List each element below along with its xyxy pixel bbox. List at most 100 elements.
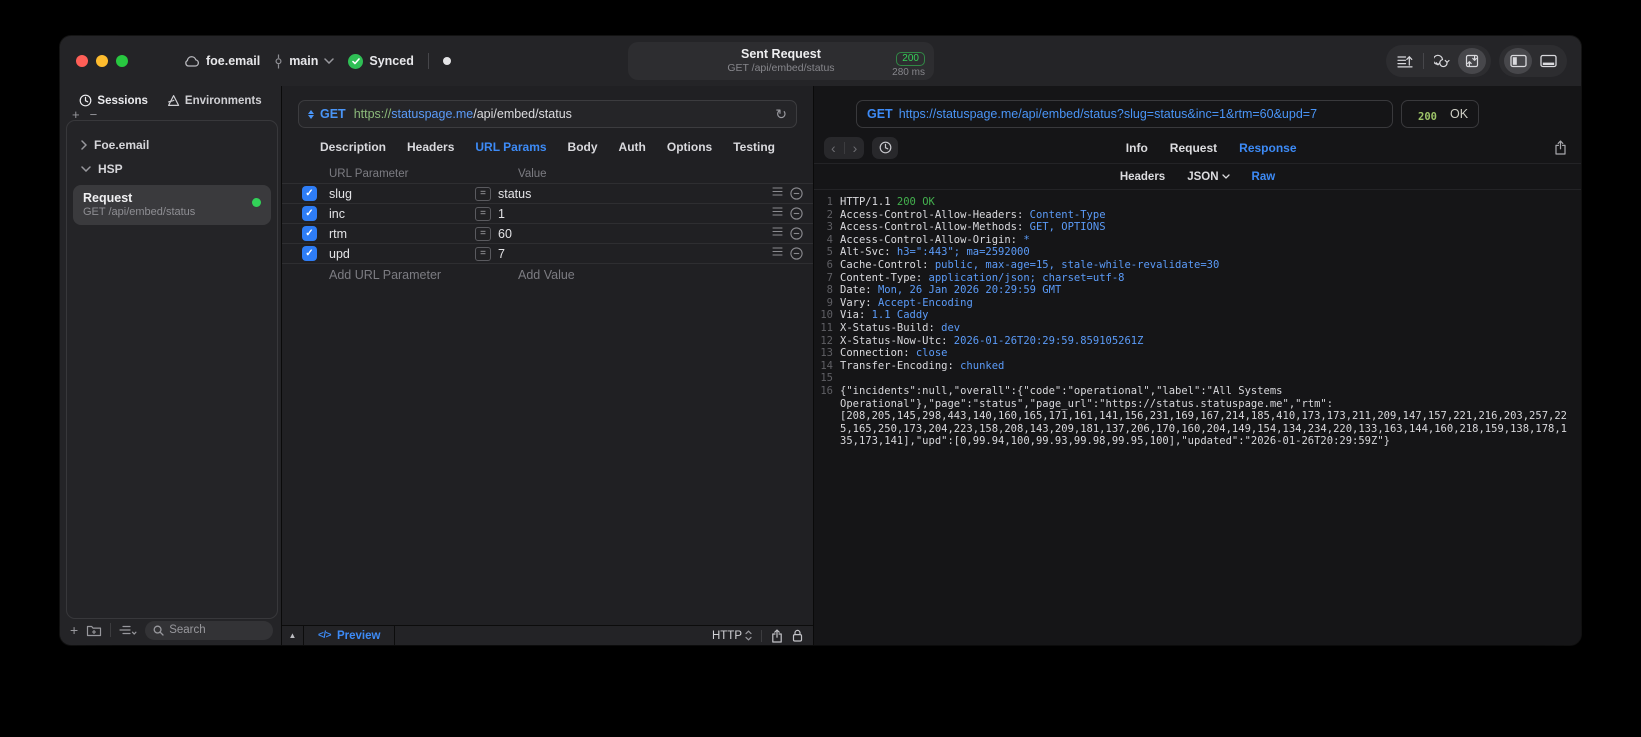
history-clock-icon [879,141,892,154]
param-value[interactable]: 1 [498,207,772,221]
back-button[interactable]: ‹ [831,140,836,156]
url-scheme: https:// [353,107,392,121]
response-tab-request[interactable]: Request [1170,141,1217,155]
request-tab-url-params[interactable]: URL Params [475,140,546,154]
param-row-upd: ✓ upd = 7 [282,244,813,264]
response-panel: GET https://statuspage.me/api/embed/stat… [814,86,1581,645]
response-tab-response[interactable]: Response [1239,141,1296,155]
code-icon: </> [318,630,331,641]
request-duration: 280 ms [892,67,925,79]
line-number: 13 [820,347,833,360]
toggle-bottom-panel-button[interactable] [1534,48,1562,74]
chevron-down-icon [1221,174,1230,179]
preview-button[interactable]: </> Preview [304,626,396,645]
drag-handle-icon[interactable] [772,227,783,240]
toggle-sidebar-button[interactable] [1504,48,1532,74]
param-name[interactable]: rtm [329,227,475,241]
tree-group-hsp[interactable]: HSP [73,157,271,181]
response-subtab-headers[interactable]: Headers [1120,171,1165,183]
zoom-window-button[interactable] [116,55,128,67]
sync-status[interactable]: Synced [348,53,414,69]
remove-row-icon[interactable] [790,207,803,220]
tree-group-foe-email[interactable]: Foe.email [73,133,271,157]
line-number: 12 [820,334,833,347]
search-icon [153,625,164,636]
forward-button[interactable]: › [853,140,858,156]
request-tab-options[interactable]: Options [667,140,712,154]
sync-loop-button[interactable] [1428,48,1456,74]
param-checkbox[interactable]: ✓ [302,226,317,241]
protocol-selector[interactable]: HTTP [712,630,752,642]
params-rows: ✓ slug = status ✓ inc = 1 ✓ rtm = 60 ✓ upd = 7 [282,184,813,264]
response-tab-info[interactable]: Info [1126,141,1148,155]
new-folder-button[interactable] [86,624,102,637]
param-name[interactable]: upd [329,247,475,261]
request-tab-auth[interactable]: Auth [619,140,646,154]
param-value[interactable]: status [498,187,772,201]
response-subtab-json[interactable]: JSON [1187,171,1230,183]
response-request-line[interactable]: GET https://statuspage.me/api/embed/stat… [856,100,1393,128]
sidebar-search[interactable] [145,620,273,640]
search-input[interactable] [169,624,265,636]
response-subtab-raw[interactable]: Raw [1252,171,1276,183]
add-request-button[interactable]: + [70,622,78,638]
share-button[interactable] [771,628,783,643]
tab-sessions-label: Sessions [97,94,148,107]
line-number: 1 [826,196,833,208]
param-row-rtm: ✓ rtm = 60 [282,224,813,244]
minimize-window-button[interactable] [96,55,108,67]
equals-icon: = [475,246,491,261]
lock-button[interactable] [792,629,803,642]
response-code[interactable]: 1 HTTP/1.1 200 OK 2 Access-Control-Allow-He… [814,190,1581,645]
drag-handle-icon[interactable] [772,187,783,200]
url-path: /api/embed/status [473,107,572,121]
param-checkbox[interactable]: ✓ [302,206,317,221]
param-value[interactable]: 60 [498,227,772,241]
code-line: 8 Date: Mon, 26 Jan 2026 20:29:59 GMT [820,284,1573,297]
import-list-button[interactable] [1391,48,1419,74]
sort-list-button[interactable] [119,625,137,636]
request-url-bar[interactable]: GET https://statuspage.me/api/embed/stat… [298,100,797,128]
sent-request-title: Sent Request [741,46,821,61]
remove-row-icon[interactable] [790,227,803,240]
request-tab-headers[interactable]: Headers [407,140,454,154]
drag-handle-icon[interactable] [772,207,783,220]
collapse-drawer-button[interactable]: ▲ [282,626,304,645]
import-export-box-icon [1464,53,1480,69]
request-tab-description[interactable]: Description [320,140,386,154]
method-stepper-icon[interactable] [308,109,314,119]
param-name[interactable]: inc [329,207,475,221]
param-checkbox[interactable]: ✓ [302,186,317,201]
drag-handle-icon[interactable] [772,247,783,260]
request-method[interactable]: GET [320,107,346,121]
param-checkbox[interactable]: ✓ [302,246,317,261]
branch-menu[interactable]: main [274,54,335,69]
code-line: 7 Content-Type: application/json; charset… [820,272,1573,285]
request-list-item[interactable]: Request GET /api/embed/status [73,185,271,225]
add-url-parameter-field[interactable]: Add URL Parameter [329,268,518,282]
refresh-icon[interactable]: ↻ [775,106,787,123]
traffic-lights [60,55,128,67]
sent-request-subtitle: GET /api/embed/status [727,62,835,75]
remove-row-icon[interactable] [790,247,803,260]
request-tab-testing[interactable]: Testing [733,140,775,154]
history-nav: ‹ › [824,136,865,159]
code-line: 2 Access-Control-Allow-Headers: Content-T… [820,209,1573,222]
code-line: 1 HTTP/1.1 200 OK [820,196,1573,209]
history-button[interactable] [872,136,899,159]
branch-name: main [289,54,319,68]
tab-sessions[interactable]: Sessions [79,94,148,107]
request-item-subtitle: GET /api/embed/status [83,206,196,218]
line-number: 5 [826,246,833,259]
request-tab-body[interactable]: Body [568,140,598,154]
import-export-button[interactable] [1458,48,1486,74]
export-response-button[interactable] [1554,140,1567,155]
param-name[interactable]: slug [329,187,475,201]
param-value[interactable]: 7 [498,247,772,261]
remove-row-icon[interactable] [790,187,803,200]
tab-environments[interactable]: Environments [166,94,262,107]
add-value-field[interactable]: Add Value [518,268,575,282]
project-menu[interactable]: foe.email [184,54,260,68]
sent-request-widget[interactable]: Sent Request GET /api/embed/status 200 2… [627,42,934,80]
close-window-button[interactable] [76,55,88,67]
